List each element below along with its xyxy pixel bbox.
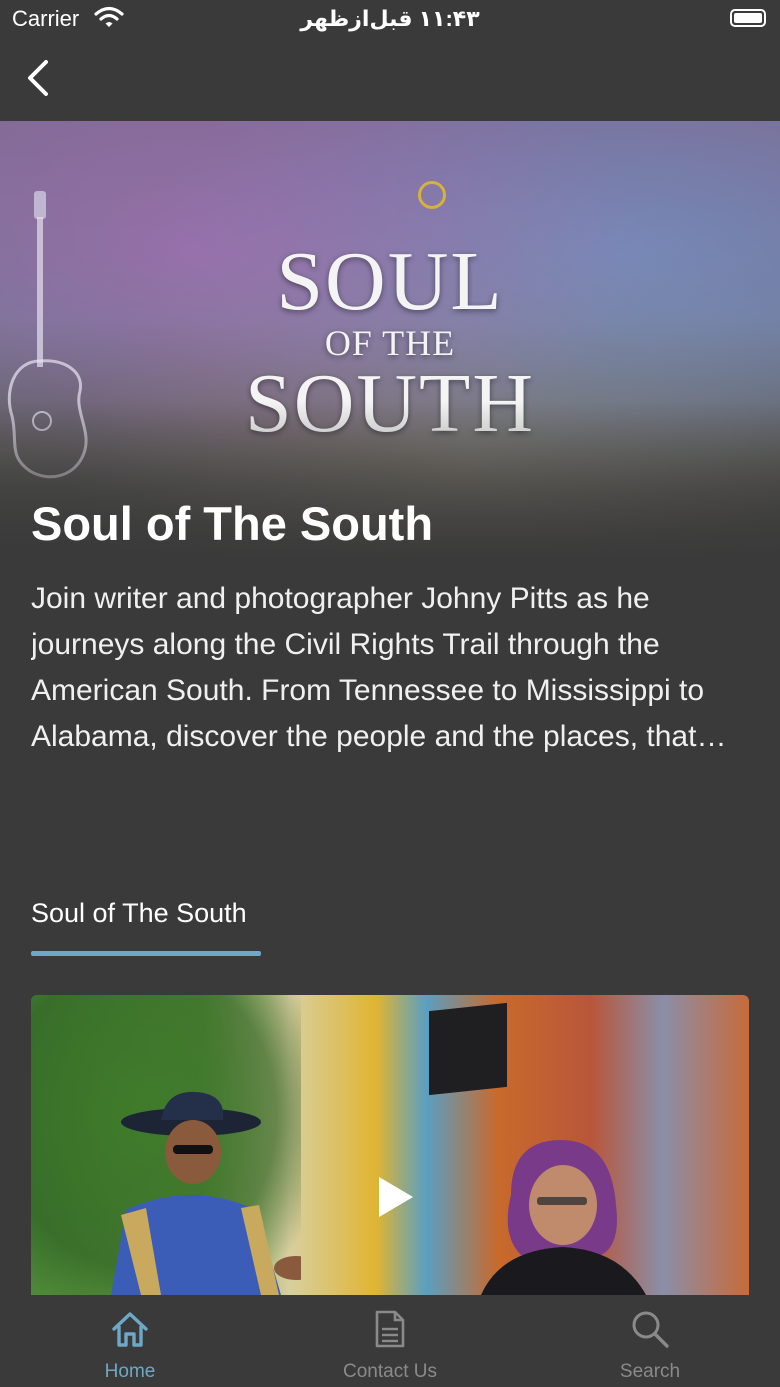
video-thumbnail-woman: [481, 1140, 646, 1295]
search-icon: [632, 1311, 669, 1348]
video-thumbnail-man: [111, 1091, 301, 1295]
tab-season[interactable]: Soul of The South: [31, 898, 247, 929]
tab-home-label: Home: [104, 1361, 156, 1382]
status-clock: ۱۱:۴۳ قبل‌ازظهر: [300, 6, 480, 31]
tab-search[interactable]: Search: [520, 1295, 780, 1387]
tab-contact-us-label: Contact Us: [343, 1361, 437, 1382]
video-thumbnail-sign: [429, 1002, 507, 1096]
document-icon: [375, 1310, 405, 1348]
bottom-tab-bar: Home Contact Us Search: [0, 1295, 780, 1387]
show-title: Soul of The South: [31, 497, 434, 550]
show-description: Join writer and photographer Johny Pitts…: [31, 582, 705, 753]
hero-image: SOUL OF THE SOUTH: [0, 121, 780, 561]
logo-word-of-the: OF THE: [324, 323, 456, 363]
tab-contact-us[interactable]: Contact Us: [260, 1295, 520, 1387]
home-icon: [112, 1312, 148, 1347]
tab-active-indicator: [31, 951, 261, 956]
back-button[interactable]: [18, 56, 62, 100]
play-icon[interactable]: [375, 1175, 415, 1219]
logo-word-soul: SOUL: [276, 235, 504, 328]
tab-search-label: Search: [619, 1361, 681, 1382]
chevron-left-icon: [28, 60, 48, 96]
episode-video-card[interactable]: [31, 995, 749, 1295]
status-bar: Carrier ۱۱:۴۳ قبل‌ازظهر: [0, 0, 780, 40]
tab-home[interactable]: Home: [0, 1295, 260, 1387]
battery-icon: [730, 9, 766, 27]
emblem-icon: [418, 181, 446, 209]
